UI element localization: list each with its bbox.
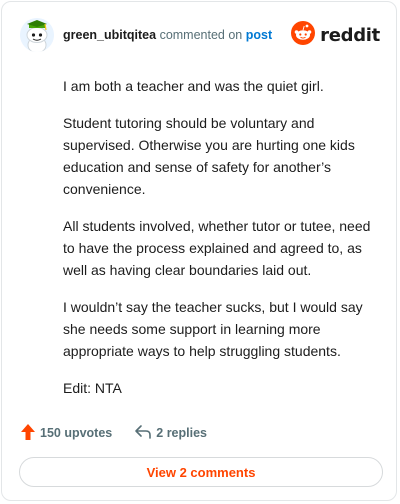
comment-paragraph: I am both a teacher and was the quiet gi… [63, 78, 324, 94]
reddit-logo-icon [291, 20, 316, 50]
comment-body: I am both a teacher and was the quiet gi… [63, 75, 379, 414]
upvote-arrow-icon [20, 423, 36, 444]
replies-button[interactable]: 2 replies [134, 424, 207, 443]
reddit-logo[interactable]: reddit [291, 20, 380, 50]
username-link[interactable]: green_ubitqitea [63, 28, 156, 42]
upvote-count: 150 upvotes [40, 426, 113, 440]
comment-byline: green_ubitqitea commented on post [63, 28, 272, 42]
comment-paragraph: I wouldn’t say the teacher sucks, but I … [63, 299, 363, 359]
action-text: commented on [159, 28, 243, 42]
upvote-button[interactable]: 150 upvotes [20, 423, 112, 444]
comment-paragraph: Student tutoring should be voluntary and… [63, 115, 355, 197]
comment-header: green_ubitqitea commented on post reddit [20, 18, 380, 52]
replies-count: 2 replies [156, 426, 207, 440]
comment-paragraph: Edit: NTA [63, 380, 122, 396]
reddit-wordmark: reddit [320, 24, 380, 46]
view-comments-button[interactable]: View 2 comments [19, 457, 383, 487]
comment-footer: 150 upvotes 2 replies [20, 422, 207, 444]
snoo-avatar-icon[interactable] [20, 18, 54, 52]
post-link[interactable]: post [246, 28, 272, 42]
comment-card: green_ubitqitea commented on post reddit [1, 1, 397, 501]
reply-arrow-icon [134, 424, 152, 443]
comment-paragraph: All students involved, whether tutor or … [63, 218, 371, 278]
